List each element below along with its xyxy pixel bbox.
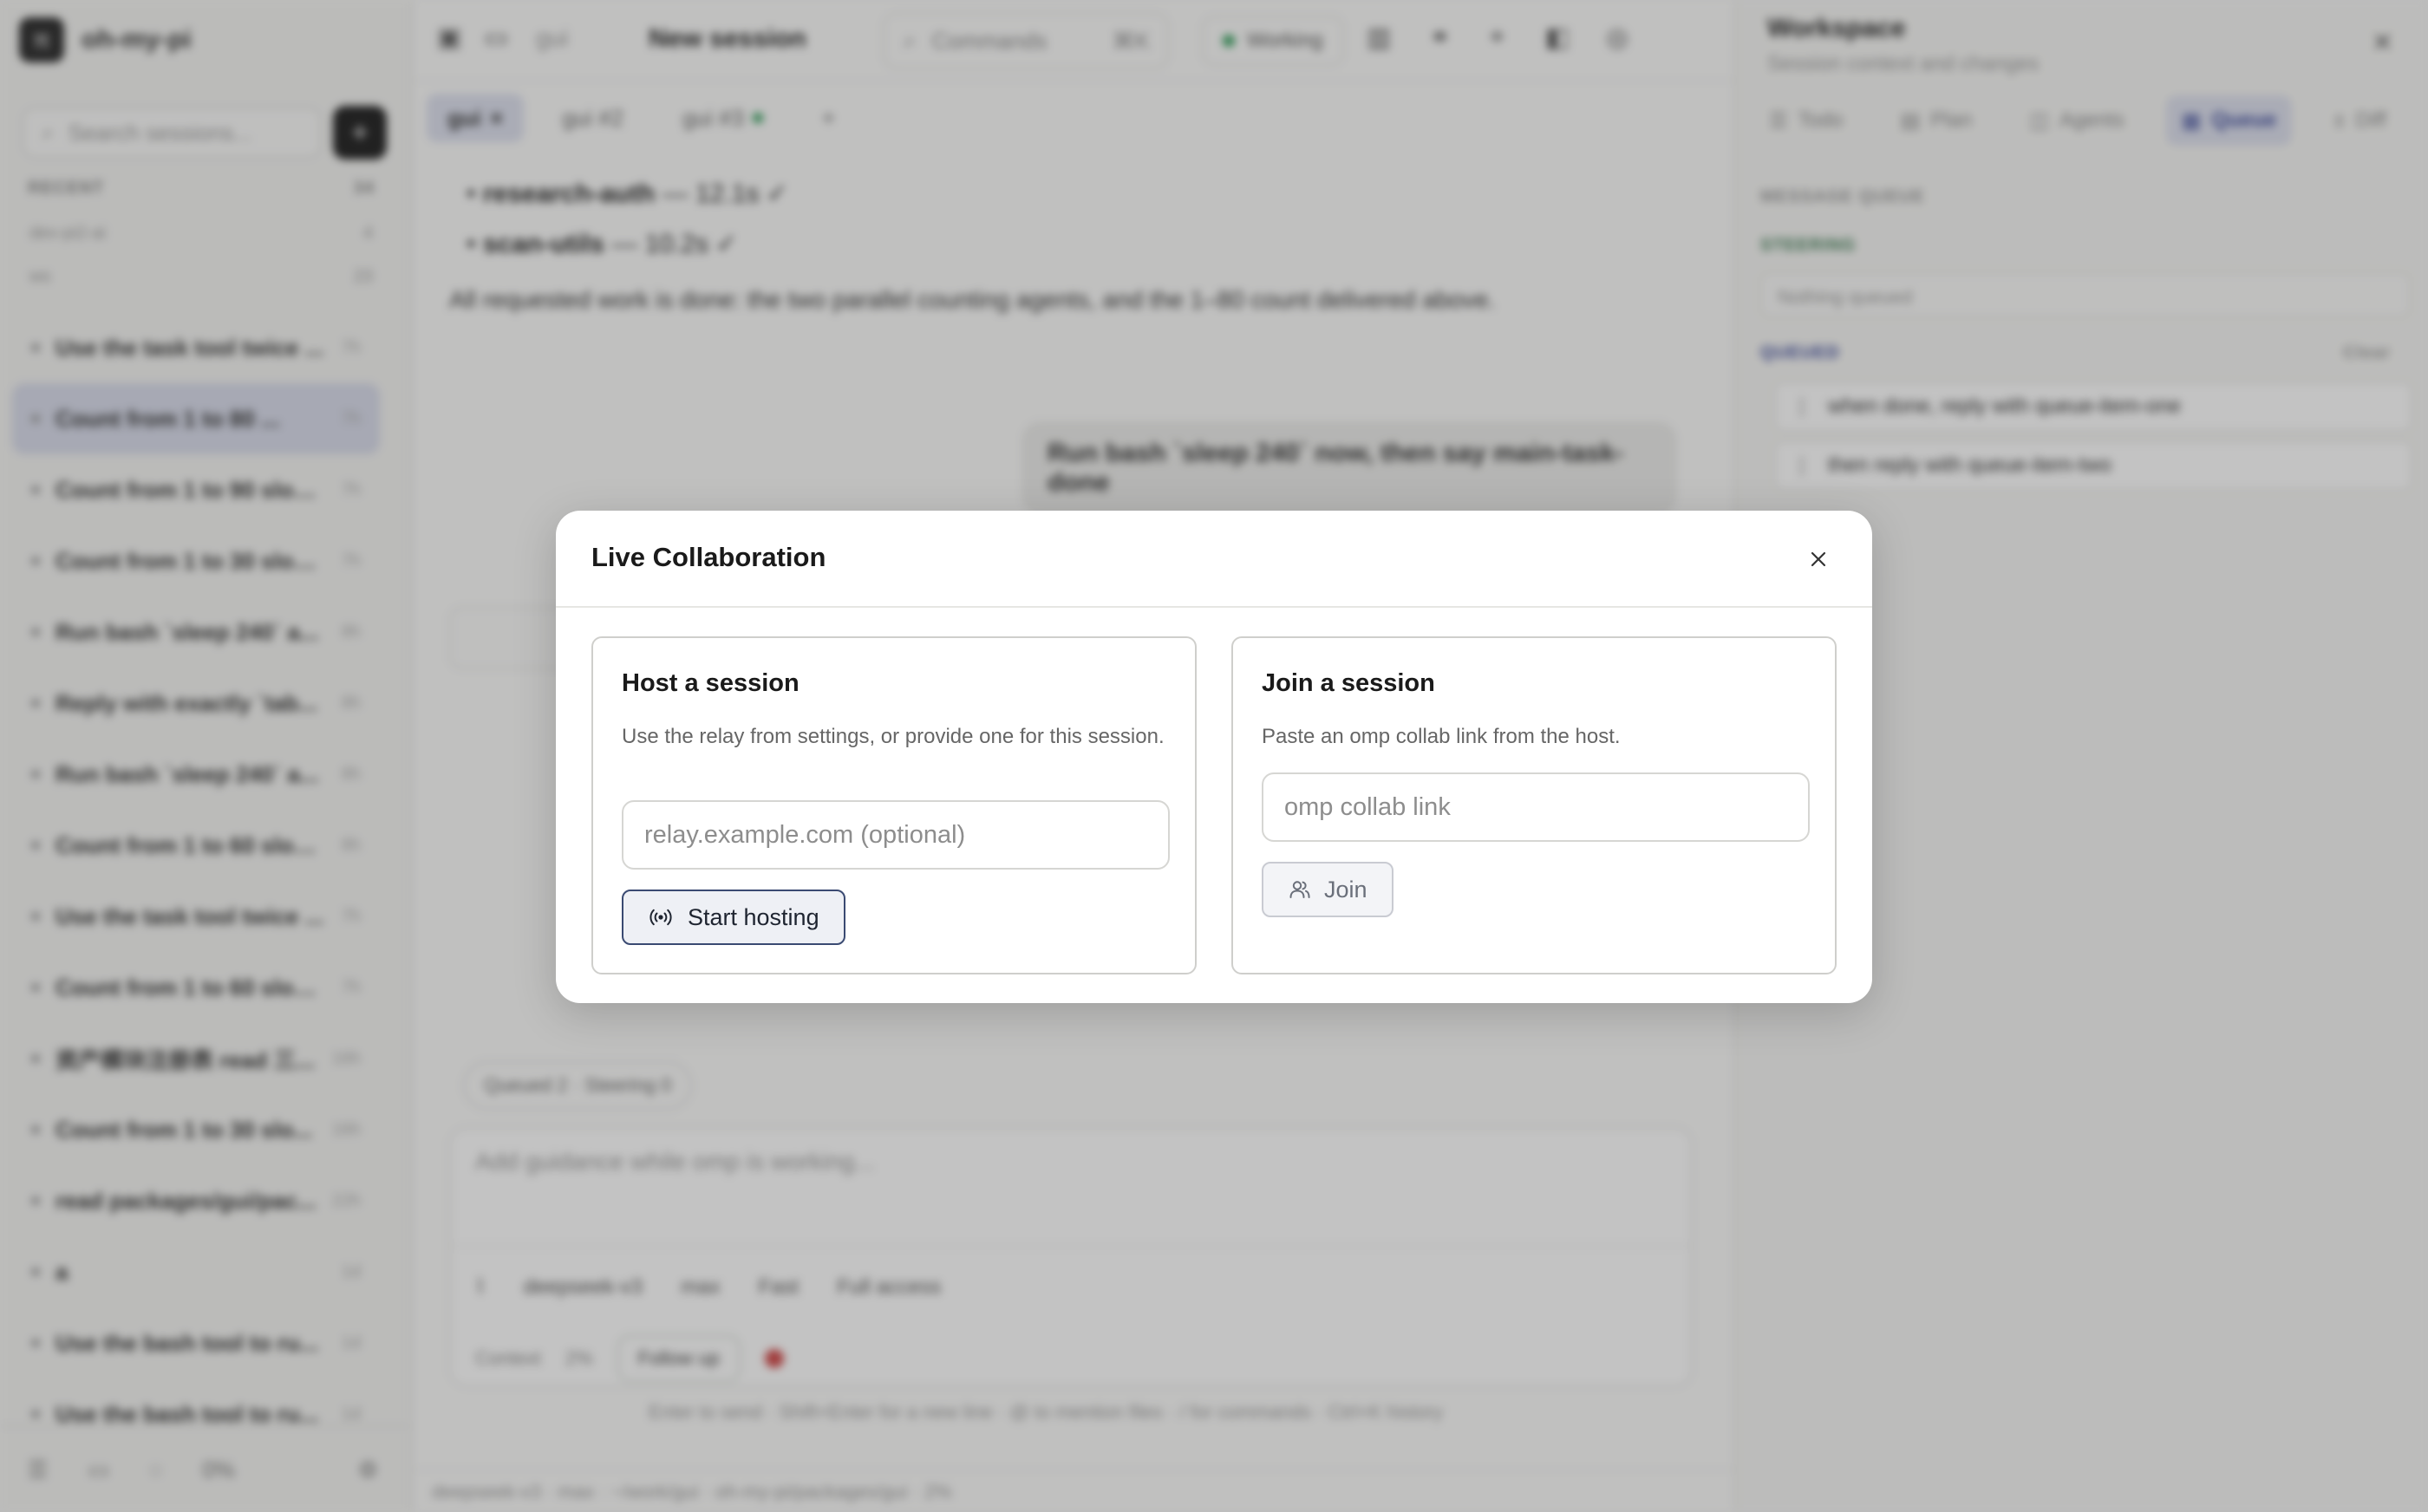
live-collaboration-dialog: Live Collaboration Host a session Use th… <box>556 511 1872 1003</box>
join-label: Join <box>1324 876 1367 903</box>
start-hosting-button[interactable]: Start hosting <box>622 890 845 945</box>
close-icon <box>1811 551 1826 567</box>
join-session-card: Join a session Paste an omp collab link … <box>1231 636 1837 974</box>
host-session-card: Host a session Use the relay from settin… <box>591 636 1197 974</box>
host-session-title: Host a session <box>622 669 800 697</box>
users-icon <box>1289 881 1310 898</box>
start-hosting-label: Start hosting <box>688 903 819 930</box>
join-session-description: Paste an omp collab link from the host. <box>1262 725 1621 748</box>
close-button[interactable] <box>1798 538 1839 580</box>
broadcast-icon <box>649 909 672 926</box>
join-button[interactable]: Join <box>1262 862 1393 917</box>
host-session-description: Use the relay from settings, or provide … <box>622 725 1165 748</box>
join-session-title: Join a session <box>1262 669 1435 697</box>
collab-link-input[interactable] <box>1262 772 1810 842</box>
relay-input[interactable] <box>622 800 1170 870</box>
dialog-header: Live Collaboration <box>556 511 1872 608</box>
dialog-title: Live Collaboration <box>591 542 826 572</box>
